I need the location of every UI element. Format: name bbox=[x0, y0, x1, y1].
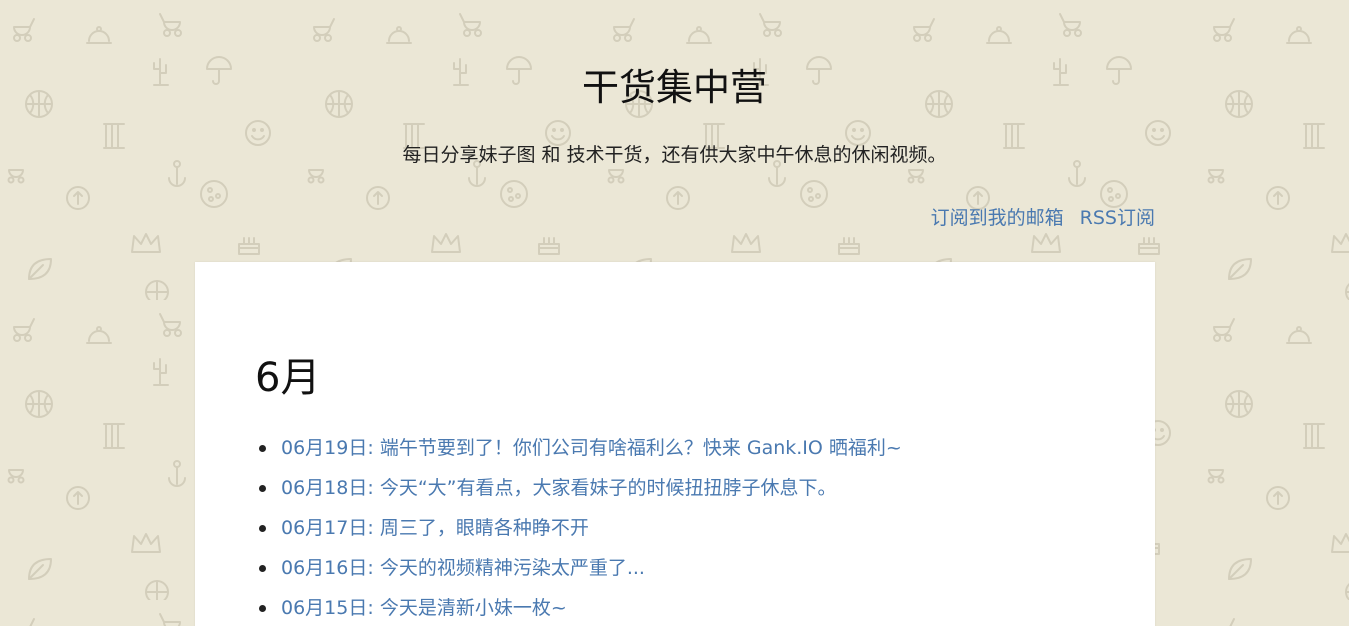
bullet-icon bbox=[259, 605, 266, 612]
post-link[interactable]: 06月18日: 今天“大”有看点，大家看妹子的时候扭扭脖子休息下。 bbox=[281, 477, 837, 499]
post-list: 06月19日: 端午节要到了！你们公司有啥福利么？快来 Gank.IO 晒福利~… bbox=[259, 434, 902, 626]
post-date: 06月18日: bbox=[281, 477, 374, 499]
month-heading: 6月 bbox=[255, 355, 321, 401]
site-title: 干货集中营 bbox=[582, 66, 767, 109]
post-date: 06月15日: bbox=[281, 597, 374, 619]
content-card: 6月 06月19日: 端午节要到了！你们公司有啥福利么？快来 Gank.IO 晒… bbox=[195, 262, 1155, 626]
list-item: 06月17日: 周三了，眼睛各种睁不开 bbox=[259, 514, 902, 554]
subscribe-email-link[interactable]: 订阅到我的邮箱 bbox=[931, 207, 1064, 229]
post-date: 06月19日: bbox=[281, 437, 374, 459]
post-title: 今天的视频精神污染太严重了... bbox=[379, 557, 645, 579]
bullet-icon bbox=[259, 525, 266, 532]
post-link[interactable]: 06月17日: 周三了，眼睛各种睁不开 bbox=[281, 517, 589, 539]
post-title: 周三了，眼睛各种睁不开 bbox=[379, 517, 589, 539]
bullet-icon bbox=[259, 485, 266, 492]
post-title: 端午节要到了！你们公司有啥福利么？快来 Gank.IO 晒福利~ bbox=[379, 437, 902, 459]
list-item: 06月15日: 今天是清新小妹一枚~ bbox=[259, 594, 902, 626]
subscribe-links: 订阅到我的邮箱 RSS订阅 bbox=[921, 205, 1155, 231]
post-title: 今天是清新小妹一枚~ bbox=[379, 597, 567, 619]
rss-link[interactable]: RSS订阅 bbox=[1080, 207, 1155, 229]
post-title: 今天“大”有看点，大家看妹子的时候扭扭脖子休息下。 bbox=[379, 477, 837, 499]
post-link[interactable]: 06月19日: 端午节要到了！你们公司有啥福利么？快来 Gank.IO 晒福利~ bbox=[281, 437, 902, 459]
list-item: 06月18日: 今天“大”有看点，大家看妹子的时候扭扭脖子休息下。 bbox=[259, 474, 902, 514]
bullet-icon bbox=[259, 565, 266, 572]
list-item: 06月19日: 端午节要到了！你们公司有啥福利么？快来 Gank.IO 晒福利~ bbox=[259, 434, 902, 474]
post-link[interactable]: 06月16日: 今天的视频精神污染太严重了... bbox=[281, 557, 645, 579]
bullet-icon bbox=[259, 445, 266, 452]
site-description: 每日分享妹子图 和 技术干货，还有供大家中午休息的休闲视频。 bbox=[402, 144, 947, 166]
post-link[interactable]: 06月15日: 今天是清新小妹一枚~ bbox=[281, 597, 567, 619]
post-date: 06月16日: bbox=[281, 557, 374, 579]
list-item: 06月16日: 今天的视频精神污染太严重了... bbox=[259, 554, 902, 594]
post-date: 06月17日: bbox=[281, 517, 374, 539]
